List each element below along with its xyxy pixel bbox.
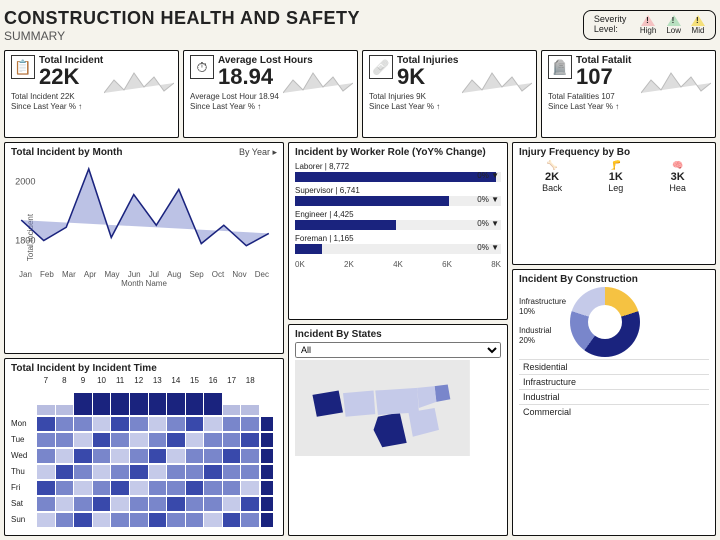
kpi-card[interactable]: 📋 Total Incident 22K Total Incident 22KS… — [4, 50, 179, 138]
svg-text:1800: 1800 — [15, 236, 35, 246]
donut-chart — [570, 287, 640, 357]
body-part[interactable]: 🦵1KLeg — [608, 160, 623, 193]
severity-label: Severity Level: — [594, 15, 630, 35]
sparkline — [641, 65, 711, 99]
severity-legend: Severity Level: High Low Mid — [583, 10, 716, 40]
role-bar[interactable]: Laborer | 8,772 0% ▼ — [295, 162, 501, 182]
kpi-icon: 🪦 — [548, 55, 572, 79]
monthly-incident-chart[interactable]: Total Incident by Month By Year ▸ Total … — [4, 142, 284, 354]
body-part[interactable]: 🦴2KBack — [542, 160, 562, 193]
list-item[interactable]: Industrial — [519, 389, 709, 404]
page-subtitle: SUMMARY — [4, 29, 360, 43]
body-icon: 🦵 — [610, 160, 621, 171]
by-year-toggle[interactable]: By Year ▸ — [239, 147, 277, 158]
body-icon: 🧠 — [672, 160, 683, 171]
list-item[interactable]: Infrastructure — [519, 374, 709, 389]
kpi-card[interactable]: 🩹 Total Injuries 9K Total Injuries 9KSin… — [362, 50, 537, 138]
kpi-icon: 🩹 — [369, 55, 393, 79]
severity-high: High — [640, 15, 656, 35]
role-bar[interactable]: Supervisor | 6,741 0% ▼ — [295, 186, 501, 206]
sparkline — [462, 65, 532, 99]
page-title: CONSTRUCTION HEALTH AND SAFETY — [4, 8, 360, 29]
kpi-card[interactable]: 🪦 Total Fatalit 107 Total Fatalities 107… — [541, 50, 716, 138]
role-bar[interactable]: Engineer | 4,425 0% ▼ — [295, 210, 501, 230]
area-sparkline: 2000 1800 — [11, 160, 277, 270]
role-bar[interactable]: Foreman | 1,165 0% ▼ — [295, 234, 501, 254]
body-icon: 🦴 — [546, 160, 557, 171]
worker-role-chart[interactable]: Incident by Worker Role (YoY% Change) La… — [288, 142, 508, 320]
list-item[interactable]: Commercial — [519, 404, 709, 419]
kpi-icon: ⏱ — [190, 55, 214, 79]
severity-low: Low — [666, 15, 681, 35]
kpi-card[interactable]: ⏱ Average Lost Hours 18.94 Average Lost … — [183, 50, 358, 138]
alert-icon — [691, 15, 705, 26]
sparkline — [104, 65, 174, 99]
construction-type-chart[interactable]: Incident By Construction Infrastructure1… — [512, 269, 716, 536]
sparkline — [283, 65, 353, 99]
severity-mid: Mid — [691, 15, 705, 35]
us-map[interactable] — [295, 360, 470, 456]
alert-icon — [667, 15, 681, 26]
svg-text:2000: 2000 — [15, 176, 35, 186]
kpi-icon: 📋 — [11, 55, 35, 79]
incident-time-heatmap[interactable]: Total Incident by Incident Time 78910111… — [4, 358, 284, 536]
state-filter-select[interactable]: All — [295, 342, 501, 358]
incident-states-map[interactable]: Incident By States All — [288, 324, 508, 536]
body-part[interactable]: 🧠3KHea — [669, 160, 686, 193]
body-part-chart[interactable]: Injury Frequency by Bo 🦴2KBack🦵1KLeg🧠3KH… — [512, 142, 716, 265]
alert-icon — [641, 15, 655, 26]
list-item[interactable]: Residential — [519, 359, 709, 374]
